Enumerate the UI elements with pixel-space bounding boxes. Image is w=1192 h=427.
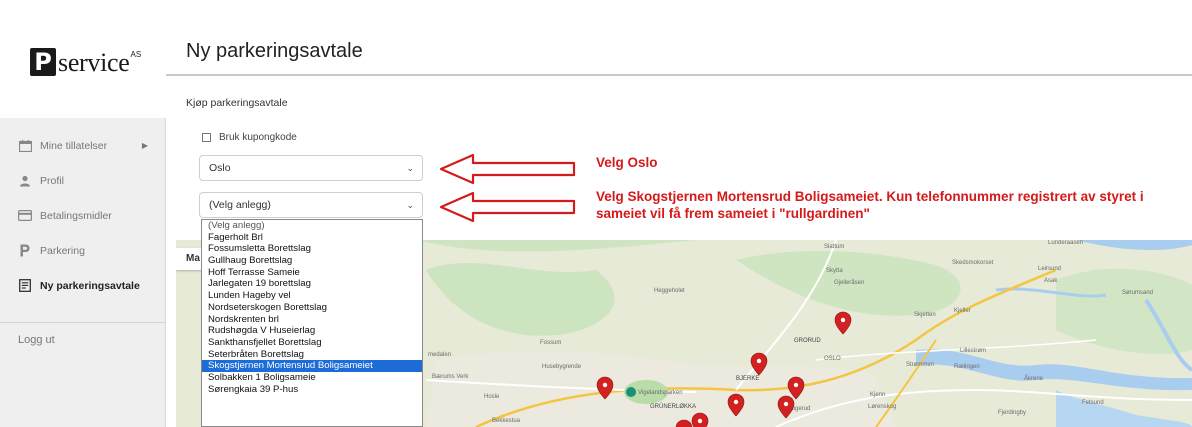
sidebar: P service AS Mine tillatelser ▶ Profil B… [0, 0, 166, 427]
dropdown-option[interactable]: Nordskrenten brl [202, 314, 422, 326]
map-label: Lunderaasen [1048, 240, 1084, 246]
chevron-right-icon: ▶ [141, 141, 148, 150]
map-label: Gjelleråsen [834, 280, 865, 286]
map-label: Kjeller [954, 308, 971, 314]
map-label: Hosle [484, 394, 500, 400]
dropdown-option[interactable]: Rudshøgda V Huseierlag [202, 325, 422, 337]
sidebar-divider [0, 322, 166, 323]
facility-dropdown-list[interactable]: (Velg anlegg) Fagerholt Brl Fossumsletta B… [201, 219, 423, 427]
map-label: Skytta [826, 268, 843, 274]
dropdown-option[interactable]: Solbakken 1 Boligsameie [202, 372, 422, 384]
dropdown-option[interactable]: Fossumsletta Borettslag [202, 243, 422, 255]
logo-letter: P [30, 48, 56, 76]
dropdown-option[interactable]: Gullhaug Borettslag [202, 255, 422, 267]
sidebar-item-betalingsmidler[interactable]: Betalingsmidler [0, 198, 166, 233]
facility-select[interactable]: (Velg anlegg) ⌄ [199, 192, 423, 218]
map-label: GRORUD [794, 338, 821, 344]
map-label: Kjenn [870, 392, 886, 398]
main-header: Ny parkeringsavtale [166, 0, 1192, 76]
parking-icon [18, 244, 32, 257]
map-label: Rælingen [954, 364, 980, 370]
city-select-value: Oslo [209, 162, 231, 174]
dropdown-option[interactable]: Sørengkaia 39 P-hus [202, 384, 422, 396]
map-label: Vigelandsparken [638, 390, 683, 396]
map-label: Lørenskog [868, 404, 897, 410]
logo-area: P service AS [0, 0, 166, 118]
logo-suffix: AS [130, 50, 142, 59]
dropdown-option[interactable]: Fagerholt Brl [202, 232, 422, 244]
coupon-checkbox[interactable]: Bruk kupongkode [202, 132, 297, 143]
map-label: Bærums Verk [432, 374, 469, 380]
annotation-city: Velg Oslo [596, 155, 658, 170]
city-select[interactable]: Oslo ⌄ [199, 155, 423, 181]
coupon-label: Bruk kupongkode [219, 132, 297, 143]
map-label: Leirsund [1038, 266, 1062, 272]
arrow-left-icon [439, 153, 576, 185]
logout-link[interactable]: Logg ut [18, 334, 55, 346]
sidebar-item-parkering[interactable]: Parkering [0, 233, 166, 268]
map-label: Fjerdingby [998, 410, 1027, 416]
person-icon [18, 175, 32, 187]
map-label: GRÜNERLØKKA [650, 404, 697, 410]
map-label: Skjetten [914, 312, 936, 318]
chevron-down-icon: ⌄ [406, 163, 414, 173]
map-label: Lillestrøm [960, 348, 987, 354]
sidebar-item-label: Profil [40, 174, 64, 187]
page-title: Ny parkeringsavtale [186, 40, 363, 62]
app-window: P service AS Mine tillatelser ▶ Profil B… [0, 0, 1192, 427]
calendar-icon [18, 139, 32, 152]
map-label: Asak [1044, 278, 1058, 284]
map-label: Strømmen [906, 362, 935, 368]
dropdown-option[interactable]: Skogstjernen Mortensrud Boligsameiet [202, 360, 422, 372]
dropdown-option[interactable]: Jarlegaten 19 borettslag [202, 278, 422, 290]
sidebar-nav: Mine tillatelser ▶ Profil Betalingsmidle… [0, 128, 166, 303]
sidebar-item-label: Mine tillatelser [40, 139, 108, 152]
sidebar-item-label: Betalingsmidler [40, 209, 112, 222]
dropdown-option[interactable]: Hoff Terrasse Sameie [202, 267, 422, 279]
chevron-down-icon: ⌄ [406, 200, 414, 210]
dropdown-option[interactable]: Lunden Hageby vel [202, 290, 422, 302]
dropdown-option[interactable]: Nordseterskogen Borettslag [202, 302, 422, 314]
map-label: Skedsmokorset [952, 260, 994, 266]
dropdown-option[interactable]: Sankthansfjellet Borettslag [202, 337, 422, 349]
map-label: OSLO [824, 356, 841, 362]
arrow-left-icon [439, 191, 576, 223]
map-label: Fetsund [1082, 400, 1104, 406]
dropdown-option[interactable]: Seterbråten Borettslag [202, 349, 422, 361]
sidebar-item-label: Parkering [40, 244, 85, 257]
sidebar-item-profil[interactable]: Profil [0, 163, 166, 198]
logo-text: service [58, 48, 130, 77]
map-label: Fossum [540, 340, 562, 346]
map-label: Bekkestua [492, 418, 521, 424]
note-add-icon [18, 279, 32, 292]
map-label: Haugerud [784, 406, 811, 412]
dropdown-option[interactable]: (Velg anlegg) [202, 220, 422, 232]
sidebar-item-label: Ny parkeringsavtale [40, 279, 140, 292]
checkbox-box[interactable] [202, 133, 211, 142]
map-type-tab[interactable]: Ma [176, 248, 204, 270]
sidebar-item-ny-parkeringsavtale[interactable]: Ny parkeringsavtale [0, 268, 166, 303]
credit-card-icon [18, 210, 32, 222]
facility-select-value: (Velg anlegg) [209, 199, 271, 211]
map-label: Husebygrende [542, 364, 582, 370]
map-label: Åkrene [1024, 376, 1044, 382]
brand-logo[interactable]: P service AS [30, 48, 141, 76]
map-label: BJERKE [736, 376, 760, 382]
section-title: Kjøp parkeringsavtale [186, 97, 288, 109]
sidebar-item-mine-tillatelser[interactable]: Mine tillatelser ▶ [0, 128, 166, 163]
map-label: Heggeholet [654, 288, 685, 294]
annotation-facility: Velg Skogstjernen Mortensrud Boligsameie… [596, 189, 1144, 221]
map-label: Sørumsand [1122, 290, 1154, 296]
map-label: medalen [428, 352, 452, 358]
map-label: Slattum [824, 244, 845, 250]
